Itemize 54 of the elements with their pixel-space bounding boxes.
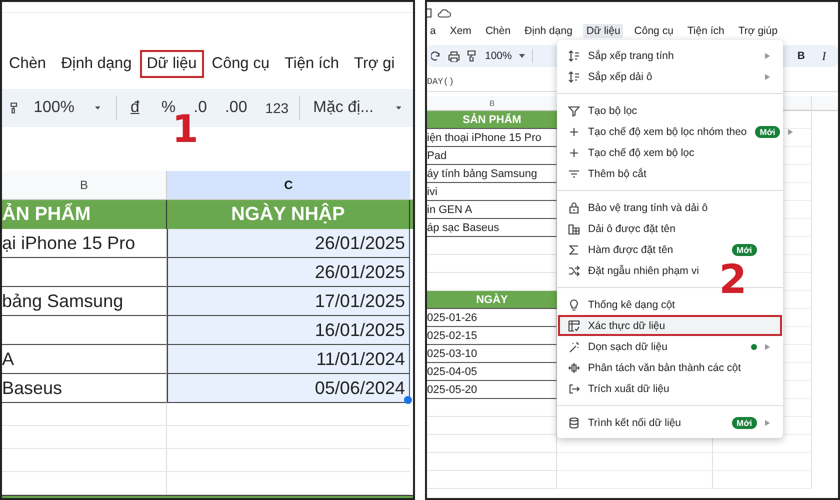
step-number: 2: [719, 260, 747, 300]
table-cell: 05/06/2024: [167, 374, 410, 403]
menu-item[interactable]: Tiện ích: [684, 24, 728, 38]
currency-button[interactable]: đ: [130, 99, 140, 117]
table-cell: 16/01/2025: [167, 316, 410, 345]
number-format-button[interactable]: 123: [265, 100, 289, 116]
menu-item[interactable]: Định dạng: [522, 24, 576, 38]
increase-decimal-button[interactable]: .00: [224, 99, 248, 117]
menu-item[interactable]: Tiện ích: [277, 50, 346, 78]
menu-item[interactable]: Dọn sạch dữ liệu: [558, 336, 782, 357]
menu-item[interactable]: Phân tách văn bản thành các cột: [558, 357, 766, 378]
formula-text: DAY(): [427, 77, 454, 87]
menu-item[interactable]: Trình kết nối dữ liệu Mới: [558, 412, 782, 433]
menu-item[interactable]: Xác thực dữ liệu: [558, 315, 782, 336]
menu-item[interactable]: Tạo chế độ xem bộ lọc: [558, 142, 720, 163]
font-select[interactable]: Mặc đị...: [313, 99, 374, 117]
new-badge: Mới: [732, 416, 757, 428]
header-cell: NGÀY: [427, 291, 557, 309]
column-header[interactable]: C: [167, 171, 410, 199]
menu-item[interactable]: Công cụ: [631, 24, 676, 38]
menu-item[interactable]: Chèn: [2, 50, 54, 78]
table-cell: 11/01/2024: [167, 345, 410, 374]
menu-item[interactable]: Dữ liệu: [583, 24, 624, 38]
menu-item[interactable]: Xem: [446, 24, 474, 38]
table-cell: 26/01/2025: [167, 258, 410, 287]
menu-item[interactable]: Dải ô được đặt tên: [558, 218, 700, 239]
menu-item[interactable]: a: [427, 24, 439, 38]
menu-item[interactable]: Dữ liệu: [140, 50, 204, 78]
menu-item[interactable]: Tạo bộ lọc: [558, 100, 662, 121]
menu-item[interactable]: Sắp xếp dải ô: [558, 66, 782, 87]
menu-item[interactable]: Định dạng: [54, 50, 139, 78]
header-cell: ẢN PHẨM: [2, 200, 167, 229]
percent-button[interactable]: %: [161, 99, 176, 117]
menu-item[interactable]: Hàm được đặt tên Mới: [558, 239, 782, 260]
table-cell: 17/01/2025: [167, 287, 410, 316]
zoom-select[interactable]: 100%: [34, 99, 75, 117]
decrease-decimal-button[interactable]: .0: [194, 99, 207, 117]
menu-item[interactable]: Bảo vệ trang tính và dải ô: [558, 197, 733, 218]
table-cell: 26/01/2025: [167, 229, 410, 258]
header-cell: SẢN PHẨM: [427, 111, 557, 129]
menu-item[interactable]: Trợ gi: [347, 50, 402, 78]
menu-item[interactable]: Thêm bộ cắt: [558, 163, 672, 184]
zoom-select[interactable]: 100%: [485, 50, 512, 62]
menu-item[interactable]: Công cụ: [204, 50, 276, 78]
menu-item[interactable]: Trích xuất dữ liệu: [558, 378, 694, 399]
italic-button[interactable]: I: [822, 48, 826, 64]
menu-item[interactable]: Sắp xếp trang tính: [558, 45, 782, 66]
menu-item[interactable]: Tạo chế độ xem bộ lọc nhóm theo Mới: [558, 121, 782, 142]
menu-item[interactable]: Thống kê dạng cột: [558, 294, 700, 315]
new-badge: Mới: [754, 126, 780, 138]
new-badge: Mới: [732, 244, 757, 256]
menu-item[interactable]: Chèn: [482, 24, 514, 38]
bold-button[interactable]: B: [797, 50, 805, 62]
menu-item[interactable]: Trợ giúp: [735, 24, 781, 38]
